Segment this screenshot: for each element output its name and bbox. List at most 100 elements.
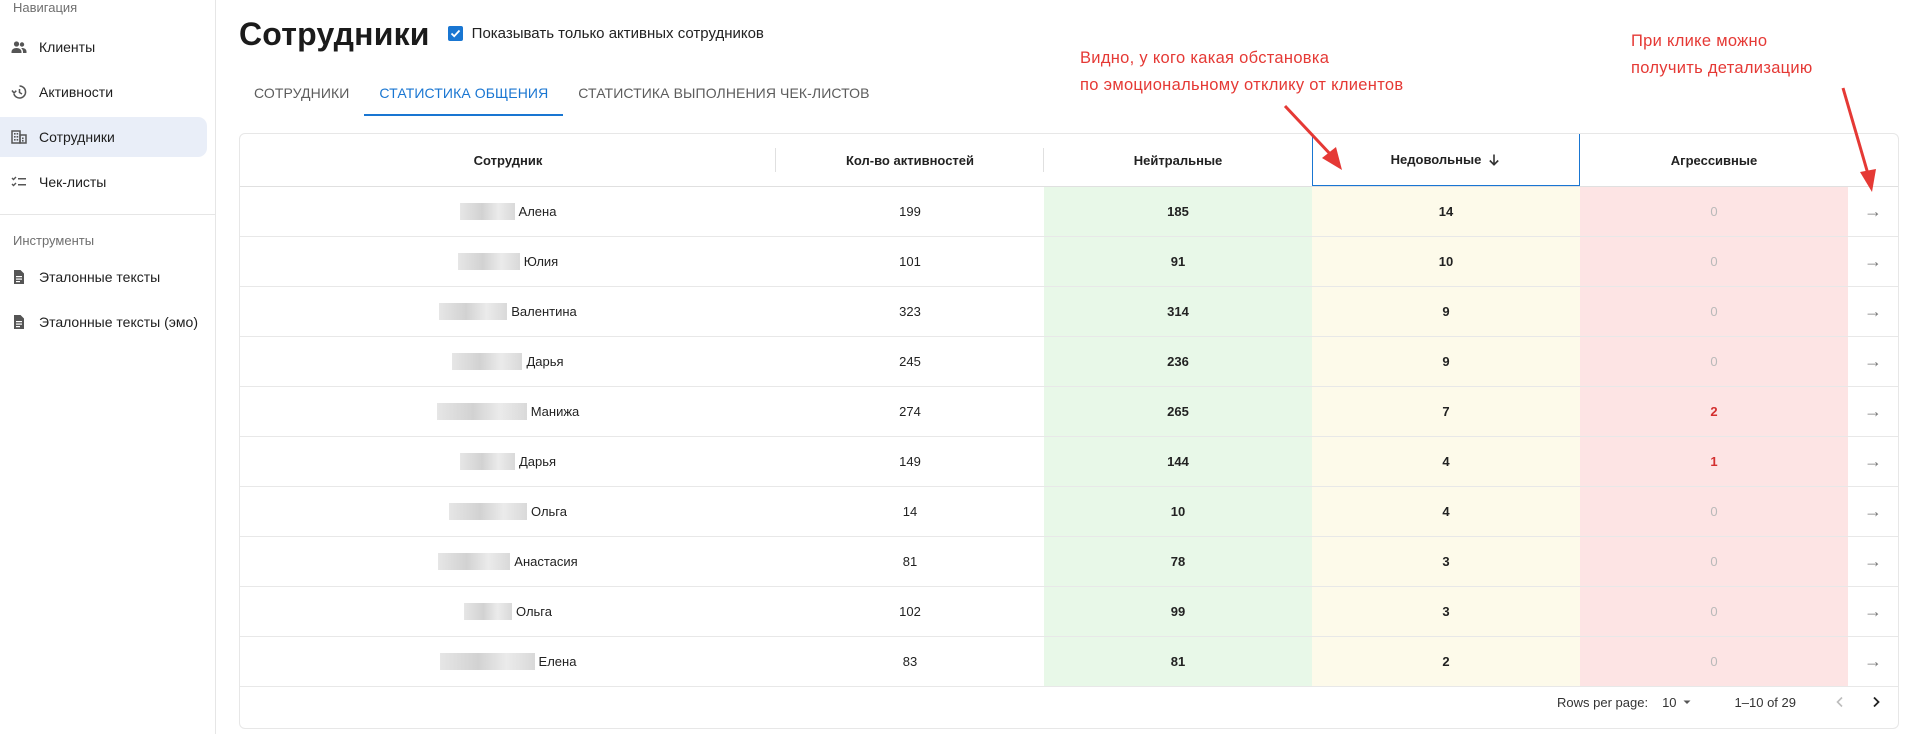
column-header-activity-count[interactable]: Кол-во активностей: [776, 134, 1044, 186]
unhappy-count-cell: 10: [1312, 237, 1580, 286]
sidebar-item-label: Эталонные тексты (эмо): [39, 314, 198, 330]
activity-count-cell: 245: [899, 354, 921, 369]
neutral-count-cell: 99: [1044, 587, 1312, 636]
previous-page-button[interactable]: [1826, 688, 1854, 716]
main-content: Сотрудники Показывать только активных со…: [239, 0, 1907, 734]
sidebar-item-checklists[interactable]: Чек-листы: [0, 162, 207, 202]
table-row[interactable]: Ольга 102 99 3 0 →: [240, 587, 1898, 637]
activity-count-cell: 101: [899, 254, 921, 269]
column-header-neutral[interactable]: Нейтральные: [1044, 134, 1312, 186]
aggressive-count-cell: 2: [1580, 387, 1848, 436]
employee-name: Анастасия: [514, 554, 578, 569]
employee-name: Юлия: [523, 254, 559, 269]
redacted-surname: [438, 553, 511, 570]
redacted-surname: [459, 203, 515, 220]
chevron-right-icon: [1873, 696, 1880, 708]
table-row[interactable]: Юлия 101 91 10 0 →: [240, 237, 1898, 287]
employee-name: Манижа: [530, 404, 580, 419]
annotation-line: получить детализацию: [1631, 59, 1813, 77]
unhappy-count-cell: 3: [1312, 537, 1580, 586]
employee-name: Дарья: [526, 354, 564, 369]
employee-stats-table: Сотрудник Кол-во активностей Нейтральные…: [239, 133, 1899, 729]
sidebar-item-activities[interactable]: Активности: [0, 72, 207, 112]
neutral-count-cell: 185: [1044, 187, 1312, 236]
table-row[interactable]: Валентина 323 314 9 0 →: [240, 287, 1898, 337]
table-row[interactable]: Ольга 14 10 4 0 →: [240, 487, 1898, 537]
column-header-aggressive[interactable]: Агрессивные: [1580, 134, 1848, 186]
tab-bar: СОТРУДНИКИ СТАТИСТИКА ОБЩЕНИЯ СТАТИСТИКА…: [239, 78, 885, 118]
row-detail-arrow-icon[interactable]: →: [1848, 587, 1898, 636]
page-range: 1–10 of 29: [1734, 694, 1796, 710]
sidebar-item-label: Активности: [39, 84, 114, 100]
neutral-count-cell: 236: [1044, 337, 1312, 386]
table-row[interactable]: Манижа 274 265 7 2 →: [240, 387, 1898, 437]
row-detail-arrow-icon[interactable]: →: [1848, 537, 1898, 586]
redacted-surname: [439, 653, 535, 670]
active-only-checkbox[interactable]: [447, 25, 463, 41]
neutral-count-cell: 10: [1044, 487, 1312, 536]
unhappy-count-cell: 4: [1312, 437, 1580, 486]
click-annotation: При клике можно получить детализацию: [1631, 28, 1813, 82]
checklist-icon: [11, 174, 27, 190]
column-header-label: Агрессивные: [1670, 152, 1758, 168]
building-icon: [11, 129, 27, 145]
row-detail-arrow-icon[interactable]: →: [1848, 337, 1898, 386]
nav-section-label: Навигация: [13, 0, 78, 15]
sidebar-item-employees[interactable]: Сотрудники: [0, 117, 207, 157]
column-header-unhappy[interactable]: Недовольные: [1312, 134, 1580, 186]
employee-cell: Ольга: [240, 587, 776, 636]
employee-name: Елена: [538, 654, 577, 669]
table-pagination: Rows per page: 10 1–10 of 29: [240, 676, 1898, 728]
people-icon: [11, 39, 27, 55]
neutral-count-cell: 144: [1044, 437, 1312, 486]
neutral-count-cell: 314: [1044, 287, 1312, 336]
sidebar-item-clients[interactable]: Клиенты: [0, 27, 207, 67]
activity-count-cell: 102: [899, 604, 921, 619]
active-only-toggle[interactable]: Показывать только активных сотрудников: [447, 25, 764, 42]
tab-employees[interactable]: СОТРУДНИКИ: [239, 78, 364, 118]
employee-cell: Ольга: [240, 487, 776, 536]
sort-descending-icon[interactable]: [1487, 153, 1501, 167]
chevron-down-icon: [1683, 700, 1691, 704]
next-page-button[interactable]: [1862, 688, 1890, 716]
employee-name: Ольга: [530, 504, 567, 519]
activity-count-cell: 14: [902, 504, 918, 519]
tab-communication-stats[interactable]: СТАТИСТИКА ОБЩЕНИЯ: [364, 78, 564, 118]
aggressive-count-cell: 0: [1580, 587, 1848, 636]
unhappy-count-cell: 4: [1312, 487, 1580, 536]
redacted-surname: [452, 353, 523, 370]
row-detail-arrow-icon[interactable]: →: [1848, 437, 1898, 486]
annotation-line: по эмоциональному отклику от клиентов: [1080, 76, 1404, 94]
table-row[interactable]: Анастасия 81 78 3 0 →: [240, 537, 1898, 587]
activity-count-cell: 149: [899, 454, 921, 469]
unhappy-count-cell: 9: [1312, 337, 1580, 386]
sidebar-item-reference-texts-emo[interactable]: Эталонные тексты (эмо): [0, 302, 207, 342]
document-icon: [11, 314, 27, 330]
redacted-surname: [436, 403, 527, 420]
table-row[interactable]: Дарья 149 144 4 1 →: [240, 437, 1898, 487]
rows-per-page-select[interactable]: 10: [1662, 695, 1692, 710]
employee-name: Дарья: [518, 454, 557, 469]
aggressive-count-cell: 0: [1580, 487, 1848, 536]
employee-cell: Дарья: [240, 437, 776, 486]
row-detail-arrow-icon[interactable]: →: [1848, 237, 1898, 286]
table-row[interactable]: Алена 199 185 14 0 →: [240, 187, 1898, 237]
row-detail-arrow-icon[interactable]: →: [1848, 487, 1898, 536]
sidebar-item-label: Сотрудники: [39, 129, 115, 145]
document-icon: [11, 269, 27, 285]
neutral-count-cell: 78: [1044, 537, 1312, 586]
aggressive-count-cell: 0: [1580, 337, 1848, 386]
emotion-annotation: Видно, у кого какая обстановка по эмоцио…: [1080, 45, 1403, 99]
sidebar-item-reference-texts[interactable]: Эталонные тексты: [0, 257, 207, 297]
annotation-line: При клике можно: [1631, 32, 1768, 50]
tab-checklist-stats[interactable]: СТАТИСТИКА ВЫПОЛНЕНИЯ ЧЕК-ЛИСТОВ: [563, 78, 884, 118]
row-detail-arrow-icon[interactable]: →: [1848, 187, 1898, 236]
row-detail-arrow-icon[interactable]: →: [1848, 387, 1898, 436]
row-detail-arrow-icon[interactable]: →: [1848, 287, 1898, 336]
column-header-employee[interactable]: Сотрудник: [240, 134, 776, 186]
annotation-line: Видно, у кого какая обстановка: [1080, 49, 1330, 67]
history-icon: [11, 84, 27, 100]
table-row[interactable]: Дарья 245 236 9 0 →: [240, 337, 1898, 387]
aggressive-count-cell: 0: [1580, 237, 1848, 286]
page-title: Сотрудники: [239, 16, 430, 52]
